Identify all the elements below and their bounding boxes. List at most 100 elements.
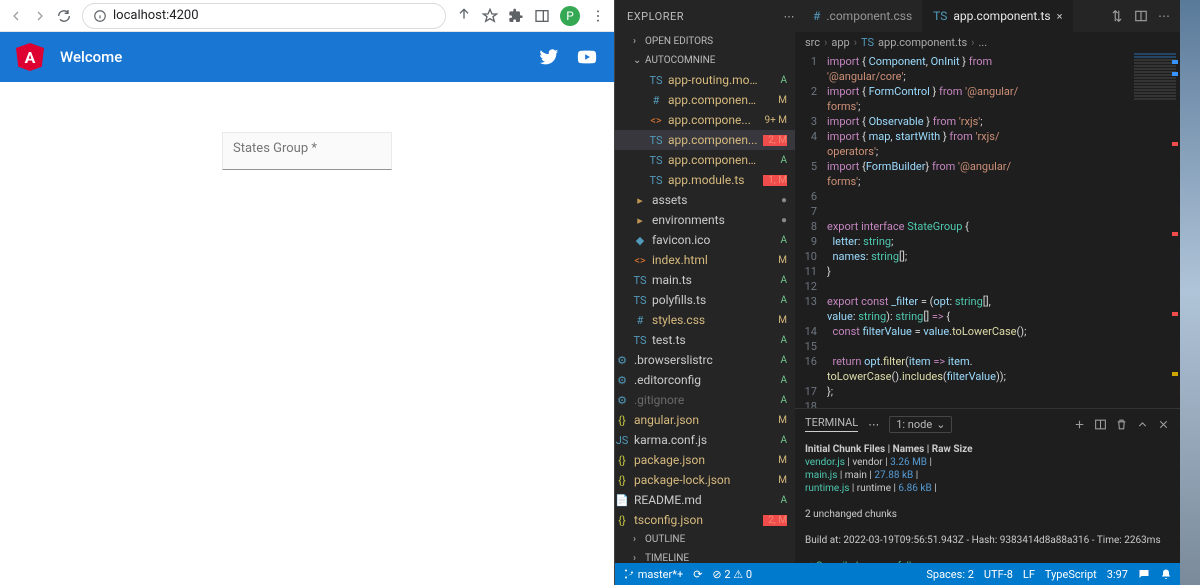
twitter-icon[interactable] — [538, 46, 560, 68]
ts-icon: TS — [933, 9, 947, 23]
file-tree-item[interactable]: {}tsconfig.json2, M — [615, 510, 795, 530]
file-name: package-lock.json — [634, 473, 758, 487]
browser-toolbar: localhost:4200 P — [0, 0, 614, 32]
file-badge: 1, M — [763, 175, 787, 186]
reload-icon[interactable] — [56, 8, 72, 24]
file-badge: A — [763, 155, 787, 166]
terminal-more-icon[interactable]: ⋯ — [868, 418, 879, 431]
code-editor[interactable]: 1import { Component, OnInit } from'@angu… — [795, 52, 1180, 408]
file-name: test.ts — [652, 333, 758, 347]
share-icon[interactable] — [456, 8, 472, 24]
status-eol[interactable]: LF — [1023, 568, 1035, 581]
feedback-icon[interactable] — [1138, 568, 1150, 580]
file-badge: A — [763, 435, 787, 446]
profile-avatar[interactable]: P — [560, 6, 580, 26]
section-open-editors[interactable]: ›Open Editors — [615, 32, 795, 51]
file-badge: M — [763, 95, 787, 106]
file-tree-item[interactable]: 📄README.mdA — [615, 490, 795, 510]
youtube-icon[interactable] — [576, 46, 598, 68]
menu-icon[interactable] — [590, 8, 606, 24]
star-icon[interactable] — [482, 8, 498, 24]
split-icon[interactable] — [1134, 9, 1148, 23]
file-tree-item[interactable]: ⚙.gitignoreA — [615, 390, 795, 410]
json-icon: {} — [615, 514, 629, 527]
problems-badge[interactable]: ⊘ 2 ⚠ 0 — [712, 568, 752, 581]
split-terminal-icon[interactable] — [1094, 418, 1107, 431]
app-title: Welcome — [60, 48, 122, 66]
bell-icon[interactable] — [1160, 568, 1172, 580]
file-tree-item[interactable]: TSmain.tsA — [615, 270, 795, 290]
file-badge: 9+ M — [763, 115, 787, 126]
file-badge: M — [763, 455, 787, 466]
ico-icon: ◆ — [633, 234, 647, 247]
file-badge: M — [763, 255, 787, 266]
compare-icon[interactable] — [1110, 9, 1124, 23]
file-tree-item[interactable]: TSapp.module.ts1, M — [615, 170, 795, 190]
file-tree-item[interactable]: TSapp-routing.mod...A — [615, 70, 795, 90]
file-badge: A — [763, 375, 787, 386]
file-tree-item[interactable]: <>app.compone...9+ M — [615, 110, 795, 130]
file-tree-item[interactable]: TStest.tsA — [615, 330, 795, 350]
app-content: States Group * — [0, 82, 614, 585]
section-outline[interactable]: ›Outline — [615, 530, 795, 549]
file-tree-item[interactable]: {}angular.jsonM — [615, 410, 795, 430]
folder-icon: ▸ — [633, 214, 647, 227]
file-badge: 2, M — [763, 515, 787, 526]
sync-button[interactable]: ⟳ — [693, 568, 702, 581]
more-icon[interactable]: ⋯ — [1158, 9, 1170, 23]
terminal-select[interactable]: 1: node ⌄ — [889, 416, 952, 433]
new-terminal-icon[interactable] — [1073, 418, 1086, 431]
ts-icon: TS — [649, 154, 663, 167]
address-bar[interactable]: localhost:4200 — [82, 3, 446, 29]
tab-component-css[interactable]: # .component.css — [803, 0, 923, 32]
breadcrumbs[interactable]: src› app› TS app.component.ts› ... — [795, 32, 1180, 52]
chevron-down-icon: ⌄ — [936, 418, 945, 431]
close-icon[interactable]: × — [1057, 10, 1063, 23]
section-timeline[interactable]: ›Timeline — [615, 549, 795, 563]
file-tree: TSapp-routing.mod...A#app.component.cssM… — [615, 70, 795, 530]
file-badge: 2, M — [763, 135, 787, 146]
section-project[interactable]: ⌄AUTOCOMNINE — [615, 51, 795, 70]
terminal-output[interactable]: Initial Chunk Files | Names | Raw Size v… — [795, 439, 1180, 563]
file-tree-item[interactable]: TS app.component.s... A — [615, 150, 795, 170]
cfg-icon: ⚙ — [615, 394, 629, 407]
explorer-more-icon[interactable]: ⋯ — [784, 10, 796, 23]
status-line[interactable]: 3:97 — [1107, 568, 1128, 581]
file-tree-item[interactable]: #app.component.cssM — [615, 90, 795, 110]
file-tree-item[interactable]: JSkarma.conf.jsA — [615, 430, 795, 450]
file-name: app.component.s... — [668, 153, 758, 167]
status-encoding[interactable]: UTF-8 — [984, 568, 1013, 581]
file-tree-item[interactable]: #styles.cssM — [615, 310, 795, 330]
file-tree-item[interactable]: {}package.jsonM — [615, 450, 795, 470]
status-lang[interactable]: TypeScript — [1045, 568, 1097, 581]
forward-icon[interactable] — [32, 8, 48, 24]
maximize-icon[interactable] — [1136, 418, 1149, 431]
close-panel-icon[interactable] — [1157, 418, 1170, 431]
scrollbar-marks — [1166, 52, 1180, 408]
trash-icon[interactable] — [1115, 418, 1128, 431]
file-tree-item[interactable]: ⚙.browserslistrcA — [615, 350, 795, 370]
status-spaces[interactable]: Spaces: 2 — [926, 568, 974, 581]
tab-app-component-ts[interactable]: TS app.component.ts × — [923, 0, 1073, 32]
file-tree-item[interactable]: ◆favicon.icoA — [615, 230, 795, 250]
html-icon: <> — [633, 254, 647, 267]
file-name: README.md — [634, 493, 758, 507]
file-tree-item[interactable]: {}package-lock.jsonM — [615, 470, 795, 490]
terminal-tab[interactable]: Terminal — [805, 416, 858, 432]
extensions-icon[interactable] — [508, 8, 524, 24]
panel-icon[interactable] — [534, 8, 550, 24]
file-tree-item[interactable]: TSapp.componen...2, M — [615, 130, 795, 150]
file-tree-item[interactable]: TSpolyfills.tsA — [615, 290, 795, 310]
file-badge: M — [763, 415, 787, 426]
states-group-input[interactable]: States Group * — [222, 132, 392, 170]
back-icon[interactable] — [8, 8, 24, 24]
git-branch[interactable]: master*+ — [623, 568, 683, 581]
js-icon: JS — [615, 434, 629, 447]
file-tree-item[interactable]: ▸assets● — [615, 190, 795, 210]
file-tree-item[interactable]: ▸environments● — [615, 210, 795, 230]
file-tree-item[interactable]: <>index.htmlM — [615, 250, 795, 270]
terminal-header: Terminal ⋯ 1: node ⌄ — [795, 409, 1180, 439]
file-badge: A — [763, 355, 787, 366]
file-tree-item[interactable]: ⚙.editorconfigA — [615, 370, 795, 390]
ts-icon: TS — [633, 294, 647, 307]
